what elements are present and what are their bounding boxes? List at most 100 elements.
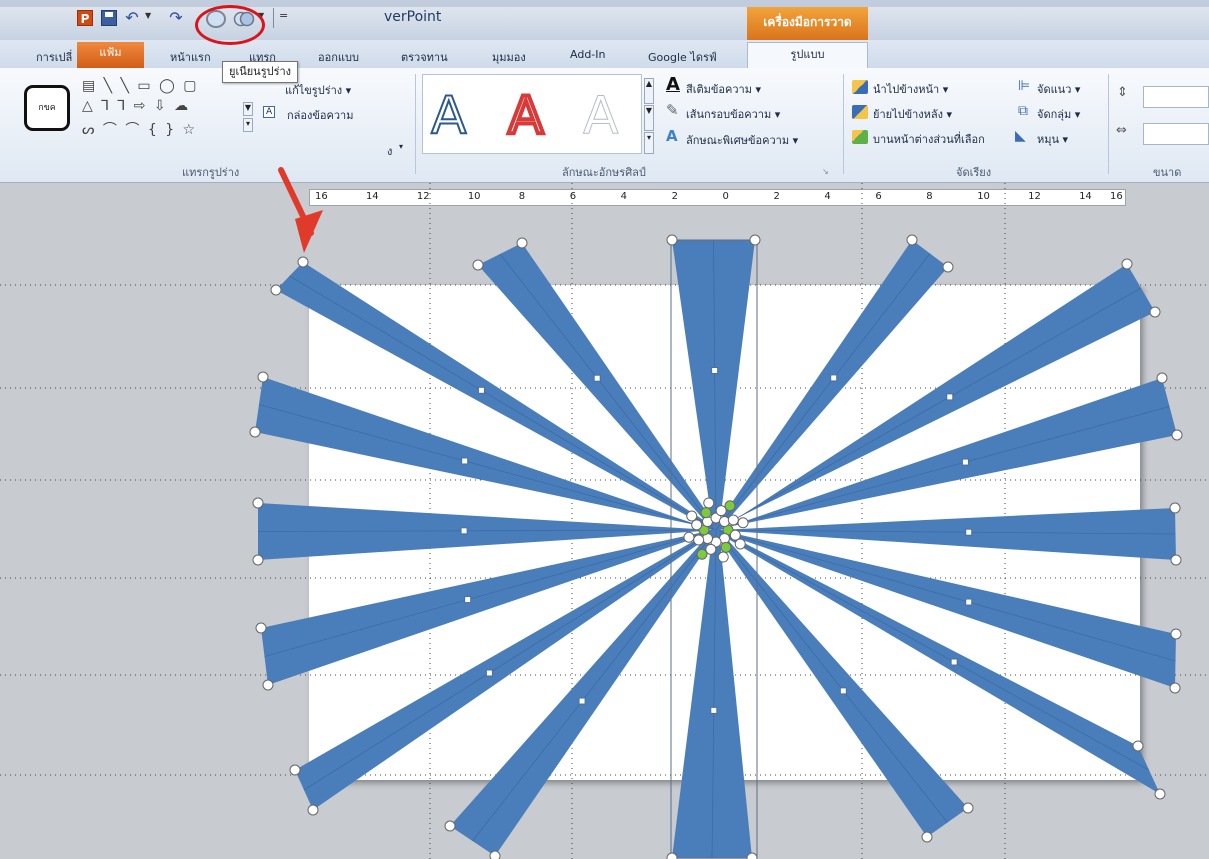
resize-handle[interactable] (252, 497, 264, 509)
tab-format[interactable]: รูปแบบ (747, 42, 868, 68)
adjust-handle[interactable] (830, 374, 838, 382)
adjust-handle[interactable] (965, 598, 973, 606)
text-fill-button[interactable]: สีเติมข้อความ ▾ (686, 80, 761, 98)
tab-transitions[interactable]: การเปลี่ (36, 48, 72, 66)
adjust-handle[interactable] (839, 687, 847, 695)
edit-shape-button[interactable]: แก้ไขรูปร่าง ▾ (285, 81, 351, 99)
tab-google-drive[interactable]: Google ไดรฟ์ (648, 48, 717, 66)
resize-handle[interactable] (516, 237, 528, 249)
adjust-handle[interactable] (710, 706, 718, 714)
center-handle[interactable] (717, 551, 729, 563)
resize-handle[interactable] (1149, 306, 1161, 318)
wordart-style-2[interactable]: A (506, 88, 546, 144)
resize-handle[interactable] (270, 284, 282, 296)
wordart-gallery-more-icon[interactable]: ▾ (644, 132, 654, 154)
resize-handle[interactable] (1121, 258, 1133, 270)
adjust-handle[interactable] (460, 527, 468, 535)
adjust-handle[interactable] (961, 458, 969, 466)
adjust-handle[interactable] (477, 386, 485, 394)
resize-handle[interactable] (289, 764, 301, 776)
wordart-style-1[interactable]: A (430, 89, 468, 143)
center-handle[interactable] (686, 510, 698, 522)
resize-handle[interactable] (1169, 682, 1181, 694)
adjust-handle[interactable] (578, 697, 586, 705)
center-handle[interactable] (727, 514, 739, 526)
tab-home[interactable]: หน้าแรก (170, 48, 211, 66)
shapes-gallery-row1[interactable]: ▤ ╲ ╲ ▭ ◯ ▢ (82, 78, 198, 94)
customize-quick-access-icon[interactable]: = (279, 9, 295, 25)
center-handle[interactable] (718, 516, 730, 528)
resize-handle[interactable] (249, 426, 261, 438)
resize-handle[interactable] (1171, 429, 1183, 441)
rotation-handle[interactable] (724, 500, 736, 512)
resize-handle[interactable] (1170, 628, 1182, 640)
tab-review[interactable]: ตรวจทาน (401, 48, 448, 66)
resize-handle[interactable] (255, 622, 267, 634)
shape-height-field[interactable] (1143, 86, 1209, 108)
merge-dropdown-icon[interactable]: ▾ (399, 142, 403, 151)
tab-design[interactable]: ออกแบบ (318, 48, 359, 66)
rotation-handle[interactable] (700, 507, 712, 519)
resize-handle[interactable] (666, 852, 678, 859)
resize-handle[interactable] (1169, 502, 1181, 514)
wordart-gallery-down-icon[interactable]: ▼ (644, 105, 654, 131)
bring-forward-button[interactable]: นำไปข้างหน้า ▾ (873, 80, 948, 98)
center-handle[interactable] (729, 529, 741, 541)
adjust-handle[interactable] (461, 457, 469, 465)
adjust-handle[interactable] (464, 596, 472, 604)
resize-handle[interactable] (1170, 554, 1182, 566)
powerpoint-logo-icon[interactable]: P (77, 10, 93, 26)
center-handle[interactable] (691, 519, 703, 531)
wordart-style-3[interactable]: A (583, 90, 620, 143)
save-icon[interactable] (101, 10, 117, 26)
resize-handle[interactable] (472, 259, 484, 271)
adjust-handle[interactable] (485, 669, 493, 677)
center-handle[interactable] (715, 505, 727, 517)
undo-icon[interactable]: ↶ (124, 10, 140, 26)
resize-handle[interactable] (746, 852, 758, 859)
redo-icon[interactable]: ↷ (168, 10, 184, 26)
center-handle[interactable] (693, 534, 705, 546)
starburst-graphic[interactable] (0, 183, 1209, 859)
adjust-handle[interactable] (965, 528, 973, 536)
tab-addin[interactable]: Add-In (570, 48, 605, 61)
resize-handle[interactable] (444, 820, 456, 832)
wordart-dialog-launcher-icon[interactable]: ↘ (822, 167, 829, 176)
center-handle[interactable] (705, 543, 717, 555)
resize-handle[interactable] (297, 256, 309, 268)
resize-handle[interactable] (1132, 740, 1144, 752)
resize-handle[interactable] (906, 234, 918, 246)
center-handle[interactable] (703, 497, 715, 509)
resize-handle[interactable] (262, 679, 274, 691)
resize-handle[interactable] (252, 554, 264, 566)
center-handle[interactable] (734, 538, 746, 550)
send-backward-button[interactable]: ย้ายไปข้างหลัง ▾ (873, 105, 952, 123)
edit-shape-preview[interactable]: กขค (24, 85, 70, 131)
resize-handle[interactable] (489, 850, 501, 859)
tab-view[interactable]: มุมมอง (492, 48, 526, 66)
text-outline-button[interactable]: เส้นกรอบข้อความ ▾ (686, 105, 780, 123)
adjust-handle[interactable] (593, 374, 601, 382)
text-effects-button[interactable]: ลักษณะพิเศษข้อความ ▾ (686, 131, 798, 149)
shapes-gallery-down-icon[interactable]: ▼ (243, 102, 253, 116)
tab-file[interactable]: แฟ้ม (77, 42, 144, 68)
resize-handle[interactable] (1156, 372, 1168, 384)
adjust-handle[interactable] (950, 658, 958, 666)
align-button[interactable]: จัดแนว ▾ (1037, 80, 1080, 98)
resize-handle[interactable] (749, 234, 761, 246)
undo-dropdown-icon[interactable]: ▼ (145, 11, 151, 20)
center-handle[interactable] (683, 531, 695, 543)
resize-handle[interactable] (921, 831, 933, 843)
group-button[interactable]: จัดกลุ่ม ▾ (1037, 105, 1080, 123)
resize-handle[interactable] (1154, 788, 1166, 800)
rotation-handle[interactable] (720, 541, 732, 553)
rotation-handle[interactable] (696, 548, 708, 560)
rotate-button[interactable]: หมุน ▾ (1037, 130, 1068, 148)
center-handle[interactable] (737, 517, 749, 529)
shape-width-field[interactable] (1143, 123, 1209, 145)
selection-pane-button[interactable]: บานหน้าต่างส่วนที่เลือก (873, 130, 985, 148)
merge-shapes-fragment[interactable]: ง (387, 142, 392, 160)
resize-handle[interactable] (307, 804, 319, 816)
shapes-gallery-row3[interactable]: ᔕ ⌒ ⌒ { } ☆ (82, 119, 197, 139)
shapes-gallery-row2[interactable]: △ ⅂ ⅂ ⇨ ⇩ ☁ (82, 98, 190, 114)
